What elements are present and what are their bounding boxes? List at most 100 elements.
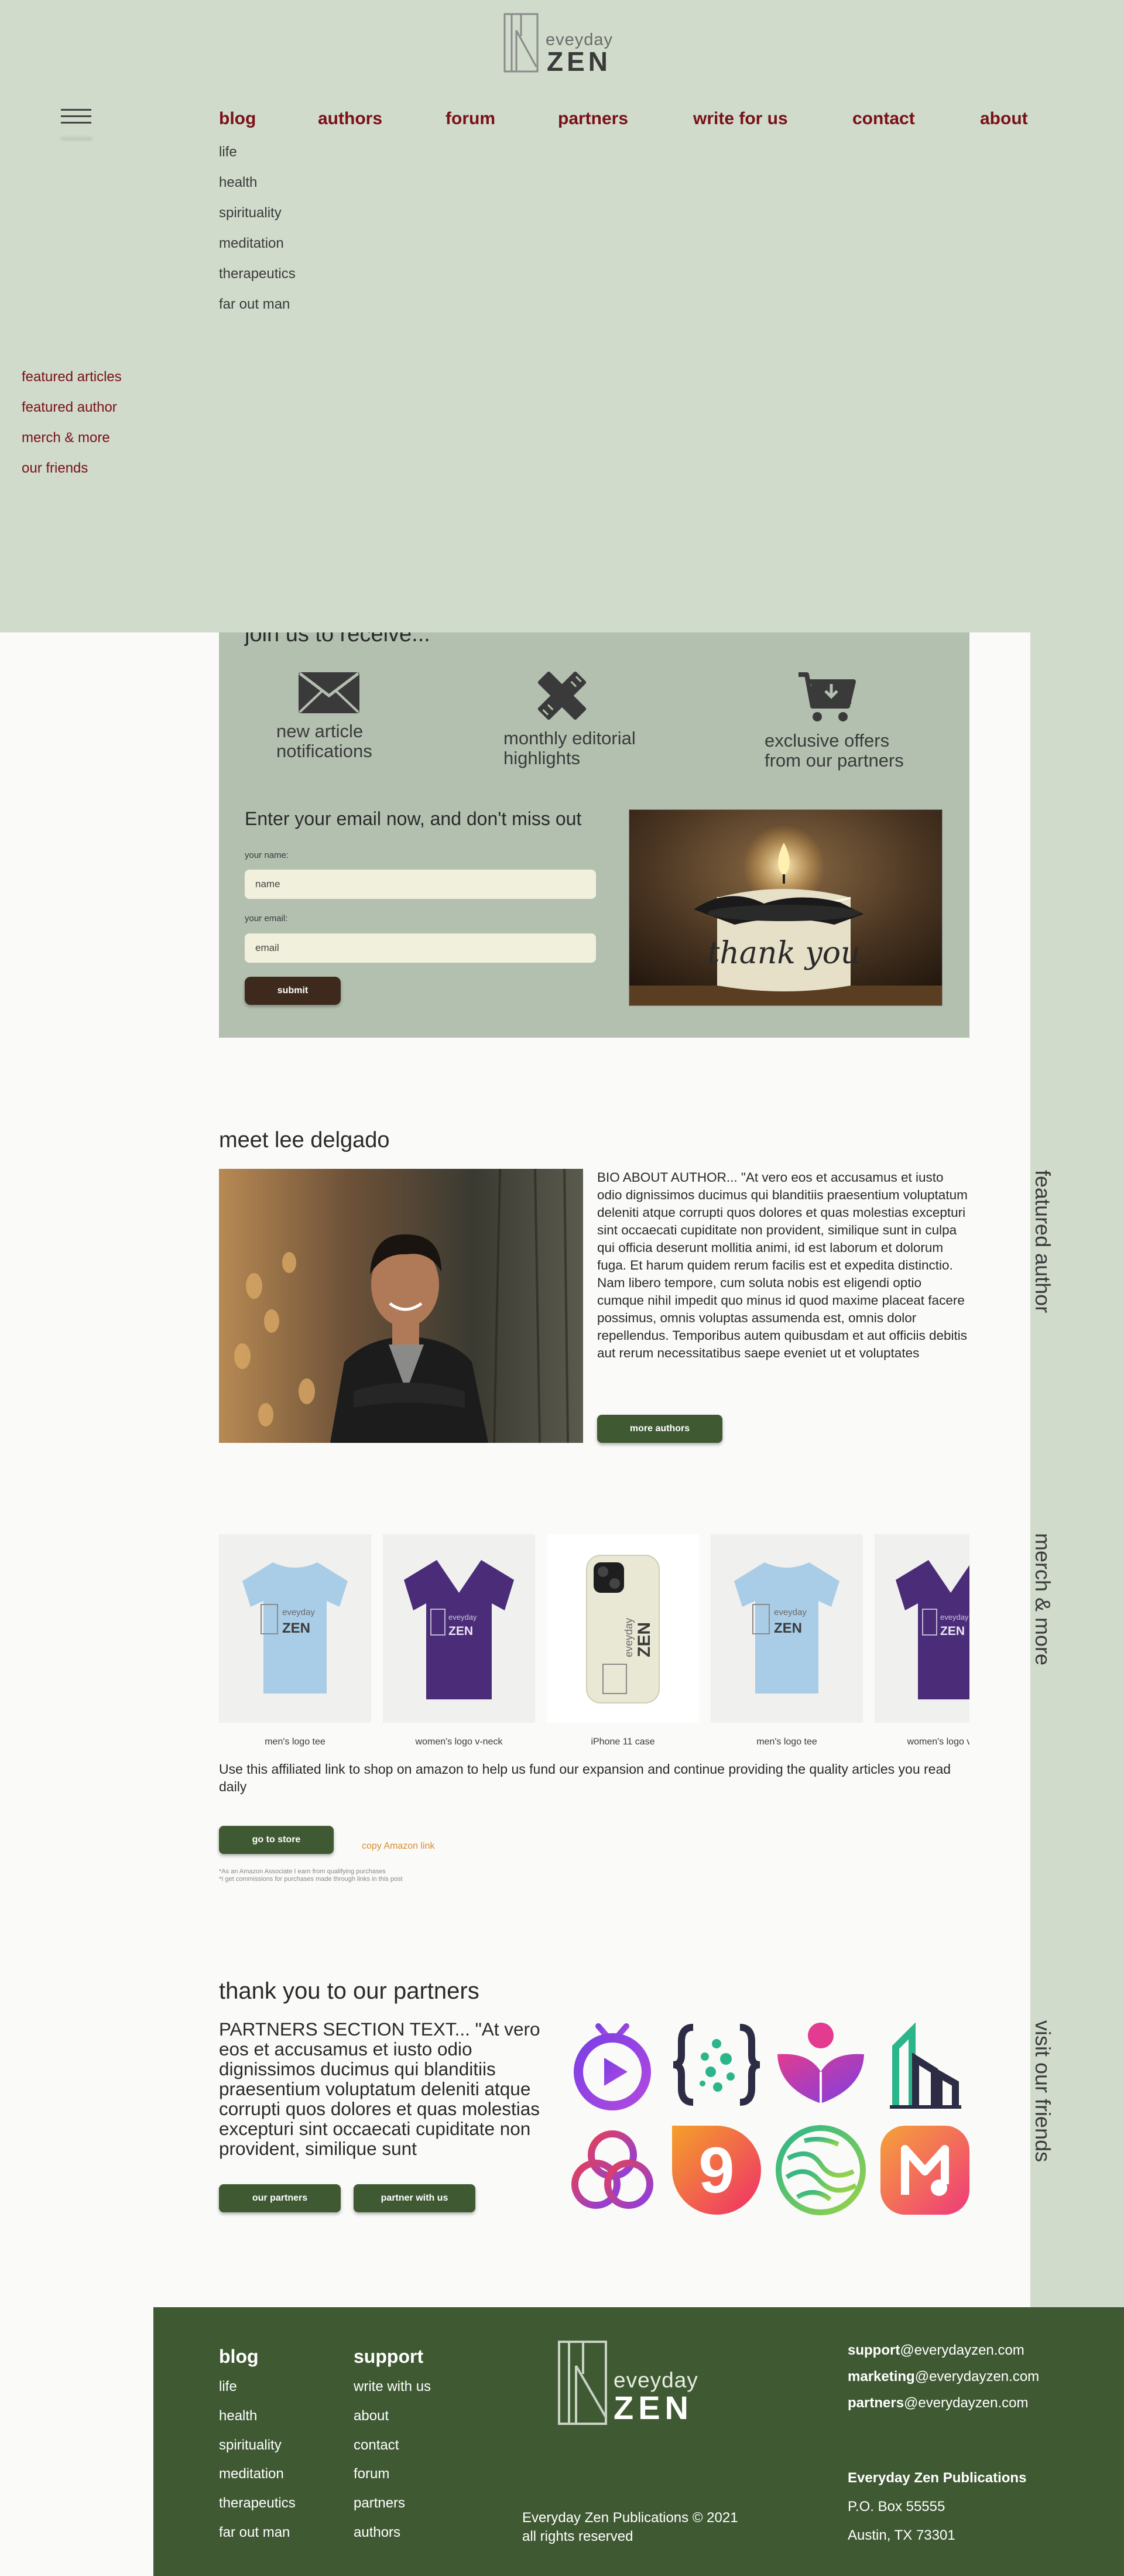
more-authors-button[interactable]: more authors: [597, 1415, 722, 1443]
building-icon[interactable]: [878, 2018, 972, 2112]
page-section-menu: featured articles featured author merch …: [22, 369, 122, 491]
submenu-item-therapeutics[interactable]: therapeutics: [219, 266, 296, 296]
name-field-label: your name:: [245, 850, 289, 860]
footer-logo[interactable]: eveyday ZEN: [557, 2340, 719, 2428]
triple-loop-icon[interactable]: [566, 2123, 659, 2217]
main-nav: blog authors forum partners write for us…: [219, 109, 1039, 135]
person-book-icon[interactable]: [774, 2018, 868, 2112]
footer-company-name: Everyday Zen Publications: [848, 2470, 1027, 2486]
merch-caption: women's logo v-neck: [415, 1737, 503, 1747]
merch-card[interactable]: eveyday ZEN women's logo v-neck: [875, 1534, 969, 1747]
footer-link-spirituality[interactable]: spirituality: [219, 2437, 282, 2454]
thank-you-script-text: thank you: [707, 936, 860, 971]
section-link-merch[interactable]: merch & more: [22, 430, 122, 460]
section-link-our-friends[interactable]: our friends: [22, 460, 122, 491]
partner-logo-numeral: 9: [698, 2134, 734, 2206]
nav-partners[interactable]: partners: [558, 109, 628, 129]
nav-forum[interactable]: forum: [446, 109, 495, 129]
merch-caption: iPhone 11 case: [591, 1737, 655, 1747]
footer-link-authors[interactable]: authors: [354, 2524, 400, 2541]
submenu-item-life[interactable]: life: [219, 144, 296, 175]
footer-link-health[interactable]: health: [219, 2408, 257, 2424]
footer-link-far-out-man[interactable]: far out man: [219, 2524, 290, 2541]
nine-badge-icon[interactable]: 9: [670, 2123, 763, 2217]
site-footer: blog life health spirituality meditation…: [153, 2307, 1124, 2576]
globe-lines-icon[interactable]: [774, 2123, 868, 2217]
email-input[interactable]: [245, 933, 596, 963]
submenu-item-meditation[interactable]: meditation: [219, 235, 296, 266]
submenu-item-health[interactable]: health: [219, 175, 296, 205]
footer-link-life[interactable]: life: [219, 2379, 237, 2395]
featured-author-heading: meet lee delgado: [219, 1128, 390, 1152]
rail-label-merch: merch & more: [1031, 1533, 1055, 1666]
nav-write-for-us[interactable]: write for us: [693, 109, 788, 129]
submenu-item-spirituality[interactable]: spirituality: [219, 205, 296, 235]
merch-logo-text: ZEN: [282, 1620, 310, 1636]
nav-authors[interactable]: authors: [318, 109, 382, 129]
merch-logo-text: eveyday: [774, 1607, 807, 1617]
nav-about[interactable]: about: [980, 109, 1028, 129]
play-tv-icon[interactable]: [566, 2018, 659, 2112]
site-logo[interactable]: eveyday ZEN: [503, 13, 615, 75]
music-m-icon[interactable]: [878, 2123, 972, 2217]
thank-you-candle-image: thank you: [629, 809, 943, 1006]
affiliate-disclaimer: *As an Amazon Associate I earn from qual…: [219, 1868, 403, 1883]
go-to-store-button[interactable]: go to store: [219, 1826, 334, 1854]
copy-amazon-link[interactable]: copy Amazon link: [362, 1841, 435, 1852]
footer-logo-mark-icon: [558, 2341, 607, 2425]
section-link-featured-author[interactable]: featured author: [22, 399, 122, 430]
merch-logo-text: eveyday: [623, 1618, 635, 1657]
benefit-item: new article notifications: [276, 669, 372, 761]
section-link-featured-articles[interactable]: featured articles: [22, 369, 122, 399]
merch-logo-text: ZEN: [774, 1620, 802, 1636]
merch-card[interactable]: eveyday ZEN women's logo v-neck: [383, 1534, 535, 1747]
merch-logo-text: ZEN: [448, 1624, 473, 1638]
footer-link-contact[interactable]: contact: [354, 2437, 399, 2454]
merch-logo-text: eveyday: [940, 1613, 969, 1621]
footer-email-support[interactable]: support@everydayzen.com: [848, 2342, 1024, 2359]
footer-email-marketing[interactable]: marketing@everydayzen.com: [848, 2369, 1039, 2385]
merch-carousel[interactable]: eveyday ZEN men's logo tee eveyday ZEN w…: [219, 1534, 969, 1751]
subscribe-section: join us to receive... new article notifi…: [219, 632, 969, 1038]
footer-po-box: P.O. Box 55555: [848, 2499, 945, 2515]
blog-submenu: life health spirituality meditation ther…: [219, 144, 296, 327]
submenu-item-far-out-man[interactable]: far out man: [219, 296, 296, 327]
partners-text: PARTNERS SECTION TEXT... "At vero eos et…: [219, 2019, 540, 2159]
footer-link-therapeutics[interactable]: therapeutics: [219, 2495, 296, 2512]
code-braces-icon[interactable]: [670, 2018, 763, 2112]
merch-logo-text: ZEN: [940, 1624, 965, 1638]
merch-image-mens-tee: eveyday ZEN: [219, 1534, 371, 1723]
merch-card[interactable]: eveyday ZEN men's logo tee: [711, 1534, 863, 1747]
merch-image-womens-vneck: eveyday ZEN: [875, 1534, 969, 1723]
header-panel: eveyday ZEN blog authors forum partners …: [0, 0, 1124, 632]
pencil-ruler-icon: [537, 671, 587, 720]
benefit-text: exclusive offers from our partners: [765, 730, 904, 771]
partners-heading: thank you to our partners: [219, 1978, 479, 2004]
name-input[interactable]: [245, 870, 596, 899]
merch-image-mens-tee: eveyday ZEN: [711, 1534, 863, 1723]
footer-copyright: Everyday Zen Publications © 2021 all rig…: [522, 2510, 738, 2544]
footer-link-meditation[interactable]: meditation: [219, 2466, 284, 2482]
merch-card[interactable]: eveyday ZEN iPhone 11 case: [547, 1534, 699, 1747]
nav-blog[interactable]: blog: [219, 109, 256, 129]
email-field-label: your email:: [245, 914, 288, 923]
subscribe-heading: join us to receive...: [245, 632, 430, 646]
merch-image-phone-case: eveyday ZEN: [547, 1534, 699, 1723]
footer-link-forum[interactable]: forum: [354, 2466, 389, 2482]
merch-card[interactable]: eveyday ZEN men's logo tee: [219, 1534, 371, 1747]
partner-with-us-button[interactable]: partner with us: [354, 2184, 475, 2212]
nav-contact[interactable]: contact: [852, 109, 915, 129]
footer-link-about[interactable]: about: [354, 2408, 389, 2424]
author-photo: [219, 1169, 583, 1443]
merch-image-womens-vneck: eveyday ZEN: [383, 1534, 535, 1723]
merch-logo-text: eveyday: [282, 1607, 315, 1617]
hamburger-menu-icon[interactable]: [61, 109, 92, 141]
footer-blog-heading: blog: [219, 2346, 259, 2367]
footer-link-partners[interactable]: partners: [354, 2495, 405, 2512]
submit-button[interactable]: submit: [245, 977, 341, 1005]
our-partners-button[interactable]: our partners: [219, 2184, 341, 2212]
footer-email-partners[interactable]: partners@everydayzen.com: [848, 2395, 1029, 2411]
author-bio-text: BIO ABOUT AUTHOR... "At vero eos et accu…: [597, 1170, 968, 1360]
merch-logo-text: ZEN: [635, 1622, 654, 1657]
footer-link-write-with-us[interactable]: write with us: [354, 2379, 431, 2395]
